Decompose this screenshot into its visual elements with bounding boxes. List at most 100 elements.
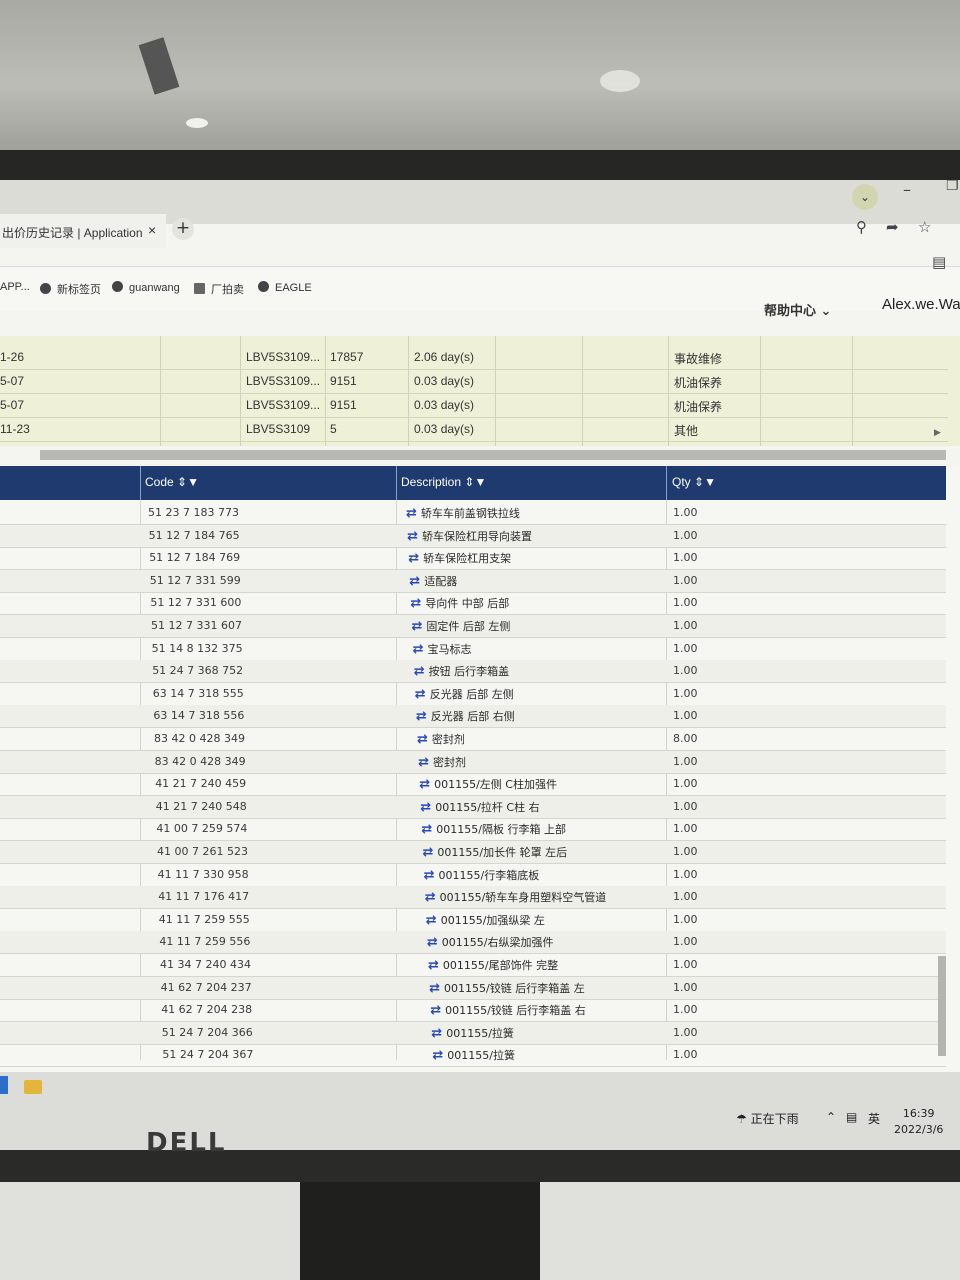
part-description-cell[interactable]: ⇄ 001155/铰链 后行李箱盖 右 <box>430 1002 586 1018</box>
part-description-cell[interactable]: ⇄ 适配器 <box>409 573 457 589</box>
vertical-scrollbar[interactable] <box>938 956 946 1056</box>
table-row[interactable]: 5-07 LBV5S3109... 9151 0.03 day(s) 机油保养 <box>0 370 948 394</box>
part-description-cell[interactable]: ⇄ 轿车车前盖钢铁拉线 <box>406 505 520 521</box>
star-icon[interactable]: ☆ <box>918 218 931 236</box>
table-row[interactable]: 51 24 7 368 752 ⇄ 按钮 后行李箱盖 1.00 <box>0 660 946 684</box>
qty-column-header[interactable]: Qty ⇕▼ <box>672 475 716 489</box>
table-row[interactable]: 41 11 7 330 958 ⇄ 001155/行李箱底板 1.00 <box>0 864 946 887</box>
system-clock[interactable]: 16:39 2022/3/6 <box>894 1106 943 1138</box>
replace-arrows-icon[interactable]: ⇄ <box>418 755 429 770</box>
table-row[interactable]: 41 00 7 261 523 ⇄ 001155/加长件 轮罩 左后 1.00 <box>0 841 946 864</box>
filter-icon[interactable]: ▼ <box>474 475 486 489</box>
table-row[interactable]: 41 11 7 176 417 ⇄ 001155/轿车车身用塑料空气管道 1.00 <box>0 886 946 910</box>
table-row[interactable]: 51 12 7 331 599 ⇄ 适配器 1.00 <box>0 569 946 593</box>
browser-tab-active[interactable]: 出价历史记录 | Application × <box>0 214 166 248</box>
replace-arrows-icon[interactable]: ⇄ <box>428 958 439 973</box>
share-icon[interactable]: ➦ <box>886 218 899 236</box>
start-button[interactable] <box>0 1076 8 1094</box>
replace-arrows-icon[interactable]: ⇄ <box>410 596 421 611</box>
part-description-cell[interactable]: ⇄ 001155/加长件 轮罩 左后 <box>423 844 568 860</box>
tab-search-button[interactable]: ⌄ <box>852 184 878 210</box>
table-row[interactable]: 51 12 7 184 769 ⇄ 轿车保险杠用支架 1.00 <box>0 547 946 571</box>
replace-arrows-icon[interactable]: ⇄ <box>415 687 426 702</box>
table-row[interactable]: 41 34 7 240 434 ⇄ 001155/尾部饰件 完整 1.00 <box>0 954 946 977</box>
table-row[interactable]: 11-23 LBV5S3109 5 0.03 day(s) 其他 <box>0 418 948 442</box>
replace-arrows-icon[interactable]: ⇄ <box>429 981 440 996</box>
part-description-cell[interactable]: ⇄ 固定件 后部 左侧 <box>412 618 511 634</box>
table-row[interactable]: 51 24 7 204 367 ⇄ 001155/拉簧 1.00 <box>0 1044 946 1068</box>
reading-list-icon[interactable]: ▤ <box>932 253 946 271</box>
replace-arrows-icon[interactable]: ⇄ <box>427 935 438 950</box>
table-row[interactable]: 51 23 7 183 773 ⇄ 轿车车前盖钢铁拉线 1.00 <box>0 502 946 525</box>
user-name[interactable]: Alex.we.Wan <box>882 296 960 313</box>
code-column-header[interactable]: Code ⇕▼ <box>145 475 199 489</box>
table-row[interactable]: 41 21 7 240 459 ⇄ 001155/左侧 C柱加强件 1.00 <box>0 773 946 797</box>
table-row[interactable]: 51 24 7 204 366 ⇄ 001155/拉簧 1.00 <box>0 1021 946 1045</box>
part-description-cell[interactable]: ⇄ 001155/隔板 行李箱 上部 <box>421 821 566 837</box>
part-description-cell[interactable]: ⇄ 001155/尾部饰件 完整 <box>428 957 558 973</box>
replace-arrows-icon[interactable]: ⇄ <box>414 664 425 679</box>
replace-arrows-icon[interactable]: ⇄ <box>419 777 430 792</box>
table-row[interactable]: 41 21 7 240 548 ⇄ 001155/拉杆 C柱 右 1.00 <box>0 795 946 819</box>
table-row[interactable]: 41 62 7 204 237 ⇄ 001155/铰链 后行李箱盖 左 1.00 <box>0 976 946 1000</box>
part-description-cell[interactable]: ⇄ 001155/加强纵梁 左 <box>426 912 545 928</box>
part-description-cell[interactable]: ⇄ 按钮 后行李箱盖 <box>414 663 509 679</box>
replace-arrows-icon[interactable]: ⇄ <box>413 642 424 657</box>
part-description-cell[interactable]: ⇄ 001155/右纵梁加强件 <box>427 934 554 950</box>
sort-icon[interactable]: ⇕ <box>177 475 187 489</box>
part-description-cell[interactable]: ⇄ 001155/轿车车身用塑料空气管道 <box>425 889 607 905</box>
replace-arrows-icon[interactable]: ⇄ <box>432 1048 443 1063</box>
table-row[interactable]: 63 14 7 318 556 ⇄ 反光器 后部 右侧 1.00 <box>0 705 946 729</box>
table-row[interactable]: 5-07 LBV5S3109... 9151 0.03 day(s) 机油保养 <box>0 394 948 418</box>
table-row[interactable]: 83 42 0 428 349 ⇄ 密封剂 8.00 <box>0 728 946 751</box>
replace-arrows-icon[interactable]: ⇄ <box>426 913 437 928</box>
sort-icon[interactable]: ⇕ <box>694 475 704 489</box>
minimize-button[interactable]: – <box>903 180 911 199</box>
table-row[interactable]: 51 14 8 132 375 ⇄ 宝马标志 1.00 <box>0 638 946 661</box>
scroll-right-arrow-icon[interactable]: ▶ <box>934 428 941 438</box>
replace-arrows-icon[interactable]: ⇄ <box>421 822 432 837</box>
part-description-cell[interactable]: ⇄ 反光器 后部 右侧 <box>416 708 515 724</box>
table-row[interactable]: 41 11 7 259 555 ⇄ 001155/加强纵梁 左 1.00 <box>0 909 946 932</box>
replace-arrows-icon[interactable]: ⇄ <box>420 800 431 815</box>
table-row[interactable]: 41 62 7 204 238 ⇄ 001155/铰链 后行李箱盖 右 1.00 <box>0 999 946 1023</box>
new-tab-button[interactable]: + <box>172 218 194 240</box>
sort-icon[interactable]: ⇕ <box>464 475 474 489</box>
replace-arrows-icon[interactable]: ⇄ <box>425 890 436 905</box>
table-row[interactable]: 51 12 7 331 600 ⇄ 导向件 中部 后部 1.00 <box>0 592 946 616</box>
table-row[interactable]: 41 00 7 259 574 ⇄ 001155/隔板 行李箱 上部 1.00 <box>0 818 946 842</box>
zoom-icon[interactable]: ⚲ <box>856 218 867 236</box>
maximize-button[interactable]: ❐ <box>946 180 959 194</box>
table-row[interactable]: 1-26 LBV5S3109... 17857 2.06 day(s) 事故维修 <box>0 346 948 370</box>
part-description-cell[interactable]: ⇄ 001155/拉杆 C柱 右 <box>420 799 539 815</box>
tab-close-icon[interactable]: × <box>148 222 156 238</box>
part-description-cell[interactable]: ⇄ 001155/拉簧 <box>431 1025 514 1041</box>
ime-indicator[interactable]: 英 <box>868 1110 880 1127</box>
table-row[interactable]: 63 14 7 318 555 ⇄ 反光器 后部 左侧 1.00 <box>0 683 946 706</box>
part-description-cell[interactable]: ⇄ 导向件 中部 后部 <box>410 595 509 611</box>
part-description-cell[interactable]: ⇄ 001155/左侧 C柱加强件 <box>419 776 557 792</box>
replace-arrows-icon[interactable]: ⇄ <box>430 1003 441 1018</box>
part-description-cell[interactable]: ⇄ 密封剂 <box>418 754 466 770</box>
part-description-cell[interactable]: ⇄ 反光器 后部 左侧 <box>415 686 514 702</box>
filter-icon[interactable]: ▼ <box>187 475 199 489</box>
weather-widget[interactable]: ☂ 正在下雨 <box>736 1110 799 1127</box>
description-column-header[interactable]: Description ⇕▼ <box>401 475 486 489</box>
part-description-cell[interactable]: ⇄ 001155/行李箱底板 <box>424 867 540 883</box>
horizontal-scrollbar[interactable] <box>40 450 946 460</box>
table-row[interactable]: 41 11 7 259 556 ⇄ 001155/右纵梁加强件 1.00 <box>0 931 946 955</box>
replace-arrows-icon[interactable]: ⇄ <box>424 868 435 883</box>
part-description-cell[interactable]: ⇄ 宝马标志 <box>413 641 472 657</box>
table-row[interactable]: 83 42 0 428 349 ⇄ 密封剂 1.00 <box>0 750 946 774</box>
table-row[interactable]: 51 12 7 331 607 ⇄ 固定件 后部 左侧 1.00 <box>0 615 946 638</box>
filter-icon[interactable]: ▼ <box>704 475 716 489</box>
part-description-cell[interactable]: ⇄ 001155/铰链 后行李箱盖 左 <box>429 980 585 996</box>
part-description-cell[interactable]: ⇄ 轿车保险杠用支架 <box>408 550 511 566</box>
file-explorer-icon[interactable] <box>24 1080 42 1094</box>
replace-arrows-icon[interactable]: ⇄ <box>416 709 427 724</box>
part-description-cell[interactable]: ⇄ 密封剂 <box>417 731 465 747</box>
tray-expand-icon[interactable]: ⌃ <box>826 1110 836 1124</box>
network-icon[interactable]: ▤ <box>846 1110 857 1124</box>
help-center-menu[interactable]: 帮助中心 ⌄ <box>764 300 831 319</box>
replace-arrows-icon[interactable]: ⇄ <box>407 529 418 544</box>
